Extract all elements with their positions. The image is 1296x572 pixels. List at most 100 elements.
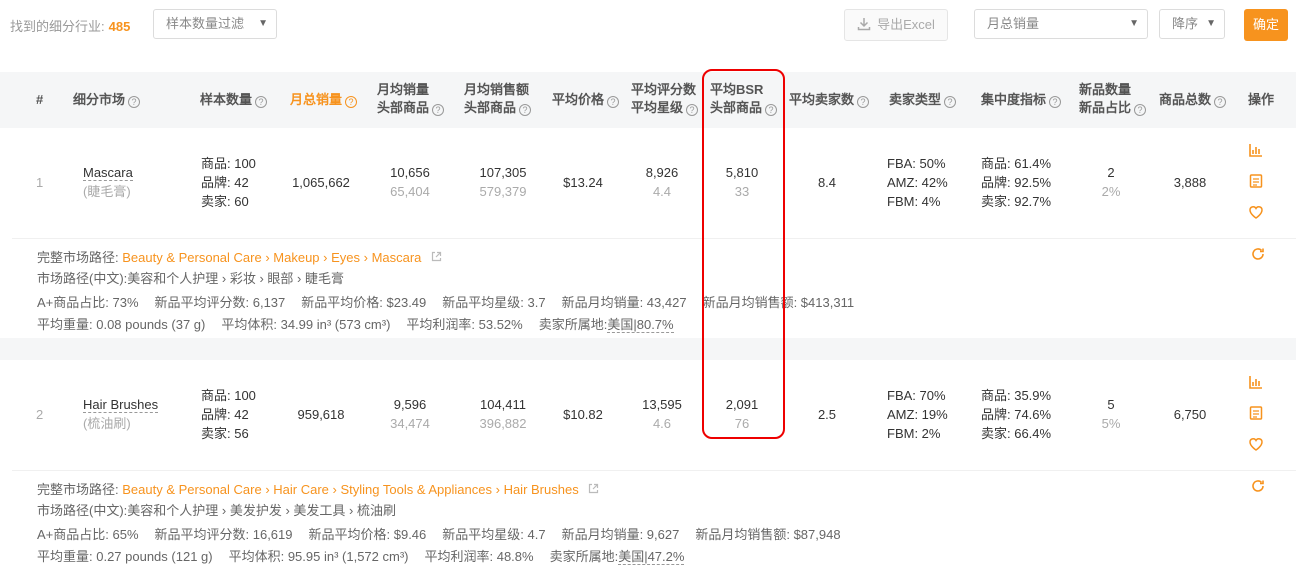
- path-segment[interactable]: Hair Brushes: [504, 482, 579, 497]
- market-name-link[interactable]: Mascara: [83, 165, 133, 181]
- concentration-sellers: 卖家: 66.4%: [981, 426, 1052, 441]
- sort-order-label: 降序: [1172, 16, 1199, 31]
- new-count-cell: 5 5%: [1086, 395, 1136, 433]
- header-market[interactable]: 细分市场?: [73, 91, 141, 109]
- header-market-label: 细分市场: [73, 92, 126, 107]
- heart-icon[interactable]: [1248, 204, 1264, 220]
- header-avg-revenue-label: 月均销售额: [464, 82, 530, 97]
- market-path-label: 完整市场路径:: [37, 482, 119, 497]
- header-total-sales-label: 月总销量: [290, 92, 343, 107]
- path-segment[interactable]: Makeup: [273, 250, 319, 265]
- avg-weight: 平均重量: 0.27 pounds (121 g): [37, 549, 213, 564]
- external-link-icon[interactable]: [431, 251, 442, 262]
- new-avg-revenue: 新品月均销售额: $87,948: [695, 527, 841, 542]
- total-products: 6,750: [1173, 407, 1207, 422]
- sort-order-select[interactable]: 降序 ▼: [1159, 9, 1225, 39]
- new-avg-price: 新品平均价格: $9.46: [308, 527, 427, 542]
- header-avg-sellers[interactable]: 平均卖家数?: [789, 91, 870, 109]
- seller-origin[interactable]: 美国|80.7%: [607, 317, 674, 333]
- header-sample[interactable]: 样本数量?: [200, 91, 268, 109]
- chart-icon[interactable]: [1248, 374, 1264, 390]
- chevron-down-icon: ▼: [1129, 18, 1139, 29]
- help-icon[interactable]: ?: [1049, 96, 1062, 108]
- market-path-label: 完整市场路径:: [37, 250, 119, 265]
- help-icon[interactable]: ?: [255, 96, 268, 108]
- avg-volume: 平均体积: 95.95 in³ (1,572 cm³): [228, 549, 409, 564]
- total-products: 3,888: [1173, 175, 1207, 190]
- new-count: 5: [1107, 397, 1115, 412]
- header-avg-sales-sub: 头部商品: [377, 100, 430, 115]
- refresh-icon[interactable]: [1250, 246, 1266, 262]
- header-avg-revenue[interactable]: 月均销售额头部商品?: [464, 81, 532, 117]
- chart-icon[interactable]: [1248, 142, 1264, 158]
- avg-revenue: 104,411: [479, 397, 527, 412]
- avg-revenue-cell: 107,305 579,379: [455, 163, 551, 201]
- heart-icon[interactable]: [1248, 436, 1264, 452]
- header-new-count[interactable]: 新品数量 新品占比?: [1079, 81, 1147, 117]
- new-count-cell: 2 2%: [1086, 163, 1136, 201]
- seller-type-fbm: FBM: 2%: [887, 426, 941, 441]
- path-segment[interactable]: Mascara: [372, 250, 422, 265]
- sort-field-select[interactable]: 月总销量 ▼: [974, 9, 1148, 39]
- help-icon[interactable]: ?: [345, 96, 358, 108]
- path-segment[interactable]: Beauty & Personal Care: [122, 482, 261, 497]
- header-concentration[interactable]: 集中度指标?: [981, 91, 1062, 109]
- header-avg-rating[interactable]: 平均评分数 平均星级?: [631, 81, 699, 117]
- header-avg-price-label: 平均价格: [552, 92, 605, 107]
- new-avg-stars: 新品平均星级: 4.7: [442, 527, 546, 542]
- new-product-stats: A+商品占比: 65% 新品平均评分数: 16,619 新品平均价格: $9.46 新…: [37, 524, 857, 543]
- header-avg-rating-sub: 平均星级: [631, 100, 684, 115]
- concentration-products: 商品: 35.9%: [981, 388, 1052, 403]
- header-avg-revenue-sub: 头部商品: [464, 100, 517, 115]
- sample-filter-select[interactable]: 样本数量过滤 ▼: [153, 9, 277, 39]
- document-icon[interactable]: [1248, 405, 1264, 421]
- sample-brands: 品牌: 42: [201, 407, 249, 422]
- new-count: 2: [1107, 165, 1115, 180]
- confirm-button[interactable]: 确定: [1244, 9, 1288, 41]
- path-segment[interactable]: Beauty & Personal Care: [122, 250, 261, 265]
- help-icon[interactable]: ?: [607, 96, 620, 108]
- seller-origin[interactable]: 美国|47.2%: [618, 549, 685, 565]
- help-icon[interactable]: ?: [1214, 96, 1227, 108]
- header-total-products-label: 商品总数: [1159, 92, 1212, 107]
- help-icon[interactable]: ?: [432, 104, 445, 116]
- header-avg-sellers-label: 平均卖家数: [789, 92, 855, 107]
- header-total-products[interactable]: 商品总数?: [1159, 91, 1227, 109]
- new-avg-sales: 新品月均销量: 9,627: [561, 527, 680, 542]
- avg-margin: 平均利润率: 53.52%: [406, 317, 523, 332]
- new-avg-rating: 新品平均评分数: 6,137: [154, 295, 286, 310]
- market-cell: Mascara (睫毛膏): [83, 163, 133, 201]
- market-path-cn-value: 美容和个人护理 › 美发护发 › 美发工具 › 梳油刷: [127, 503, 396, 518]
- header-avg-price[interactable]: 平均价格?: [552, 91, 620, 109]
- market-path-cn-label: 市场路径(中文):: [37, 271, 128, 286]
- avg-revenue-top: 396,882: [479, 416, 527, 431]
- avg-revenue-top: 579,379: [479, 184, 527, 199]
- help-icon[interactable]: ?: [944, 96, 957, 108]
- avg-sales-top: 34,474: [390, 416, 430, 431]
- header-total-sales[interactable]: 月总销量?: [290, 91, 358, 109]
- help-icon[interactable]: ?: [1134, 104, 1147, 116]
- avg-stars: 4.6: [652, 416, 672, 431]
- avg-sales: 10,656: [390, 165, 430, 180]
- path-segment[interactable]: Styling Tools & Appliances: [340, 482, 492, 497]
- export-excel-button[interactable]: 导出Excel: [844, 9, 948, 41]
- new-avg-stars: 新品平均星级: 3.7: [442, 295, 546, 310]
- physical-stats: 平均重量: 0.27 pounds (121 g) 平均体积: 95.95 in³…: [37, 546, 685, 565]
- header-seller-type[interactable]: 卖家类型?: [889, 91, 957, 109]
- physical-stats: 平均重量: 0.08 pounds (37 g) 平均体积: 34.99 in³ …: [37, 314, 674, 333]
- header-index: #: [36, 92, 44, 107]
- market-name-link[interactable]: Hair Brushes: [83, 397, 159, 413]
- path-segment[interactable]: Hair Care: [273, 482, 329, 497]
- document-icon[interactable]: [1248, 173, 1264, 189]
- seller-type-amz: AMZ: 42%: [887, 175, 948, 190]
- refresh-icon[interactable]: [1250, 478, 1266, 494]
- path-segment[interactable]: Eyes: [331, 250, 360, 265]
- help-icon[interactable]: ?: [128, 96, 141, 108]
- header-avg-sales[interactable]: 月均销量 头部商品?: [377, 81, 445, 117]
- help-icon[interactable]: ?: [686, 104, 699, 116]
- total-sales: 1,065,662: [292, 175, 350, 190]
- help-icon[interactable]: ?: [857, 96, 870, 108]
- sample-cell: 商品: 100 品牌: 42 卖家: 56: [201, 386, 256, 443]
- external-link-icon[interactable]: [588, 483, 599, 494]
- help-icon[interactable]: ?: [519, 104, 532, 116]
